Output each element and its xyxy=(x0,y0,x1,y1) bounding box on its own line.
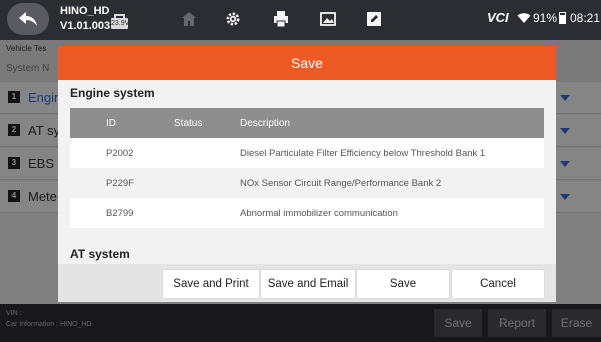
table-row: P229F NOx Sensor Circuit Range/Performan… xyxy=(70,168,544,198)
app-version: V1.01.003 xyxy=(60,20,111,32)
column-header-description: Description xyxy=(240,118,291,129)
home-icon[interactable] xyxy=(180,10,198,28)
save-dialog: Save Engine system ID Status Description… xyxy=(58,46,556,302)
save-button[interactable]: Save xyxy=(357,270,449,298)
back-button[interactable] xyxy=(7,3,49,35)
dtc-id: B2799 xyxy=(106,208,134,219)
dtc-id: P229F xyxy=(106,178,134,189)
dtc-description: Abnormal immobilizer communication xyxy=(240,208,398,219)
battery-icon xyxy=(559,12,566,24)
back-arrow-icon xyxy=(19,12,37,26)
save-and-email-button[interactable]: Save and Email xyxy=(261,270,355,298)
table-row: P2002 Diesel Particulate Filter Efficien… xyxy=(70,138,544,168)
app-name: HINO_HD xyxy=(60,5,110,17)
dtc-description: NOx Sensor Circuit Range/Performance Ban… xyxy=(240,178,442,189)
wifi-icon xyxy=(517,13,531,23)
section-title-at: AT system xyxy=(70,247,130,261)
battery-percent: 91% xyxy=(533,11,558,25)
top-bar: HINO_HD V1.01.003 23.9V VCI 91% 08:21 xyxy=(0,0,601,40)
cancel-button[interactable]: Cancel xyxy=(452,270,544,298)
edit-icon[interactable] xyxy=(365,10,383,28)
clock: 08:21 xyxy=(570,11,601,25)
gear-icon[interactable] xyxy=(224,10,242,28)
dtc-id: P2002 xyxy=(106,148,134,159)
table-header: ID Status Description xyxy=(70,108,544,138)
column-header-id: ID xyxy=(106,118,116,129)
section-title-engine: Engine system xyxy=(70,86,155,100)
table-row: B2799 Abnormal immobilizer communication xyxy=(70,198,544,228)
print-icon[interactable] xyxy=(272,10,290,28)
dtc-description: Diesel Particulate Filter Efficiency bel… xyxy=(240,148,486,159)
dtc-table: ID Status Description P2002 Diesel Parti… xyxy=(70,108,544,228)
column-header-status: Status xyxy=(174,118,203,129)
voltage-badge: 23.9V xyxy=(111,18,130,29)
save-and-print-button[interactable]: Save and Print xyxy=(163,270,259,298)
vci-indicator: VCI xyxy=(487,10,509,25)
image-icon[interactable] xyxy=(319,10,337,28)
dialog-title: Save xyxy=(58,46,556,80)
